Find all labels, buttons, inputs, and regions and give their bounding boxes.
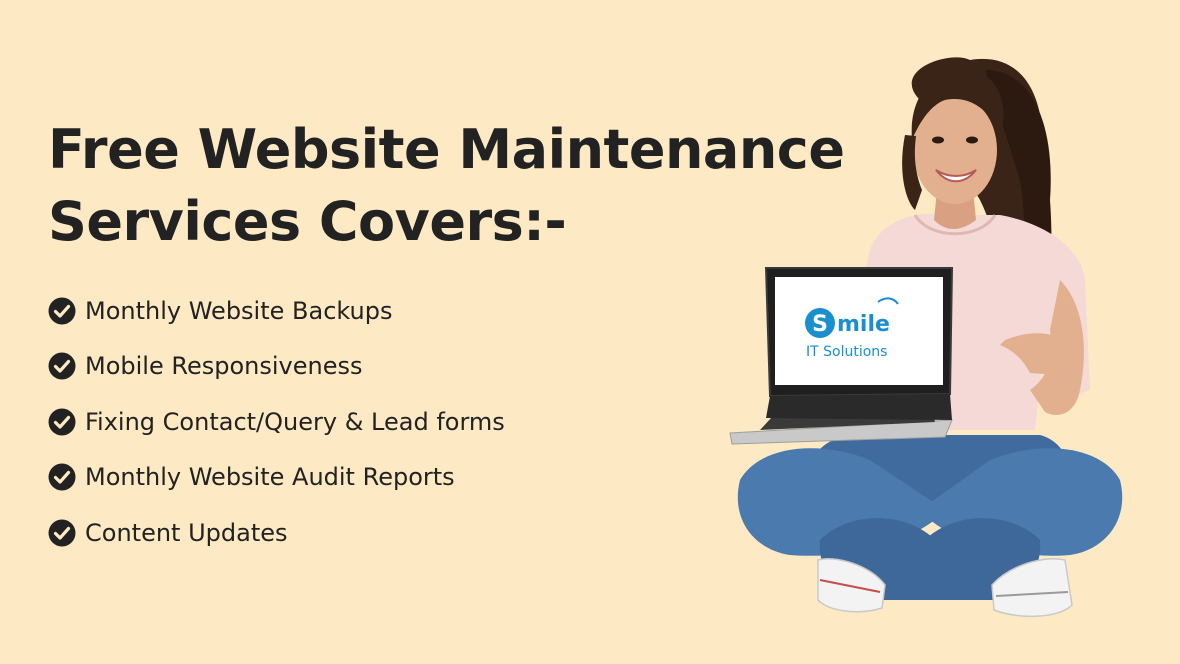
feature-label: Mobile Responsiveness	[85, 352, 363, 381]
list-item: Mobile Responsiveness	[48, 339, 505, 395]
feature-list: Monthly Website Backups Mobile Responsiv…	[48, 283, 505, 561]
person-with-laptop-illustration: S mile IT Solutions	[700, 40, 1160, 664]
list-item: Monthly Website Audit Reports	[48, 450, 505, 506]
feature-label: Monthly Website Backups	[85, 296, 393, 325]
page-title-line-2: Services Covers:-	[48, 190, 567, 253]
logo-initial: S	[812, 312, 828, 337]
logo-word: mile	[837, 312, 890, 337]
feature-label: Monthly Website Audit Reports	[85, 463, 455, 492]
list-item: Monthly Website Backups	[48, 283, 505, 339]
check-circle-icon	[48, 352, 76, 380]
page-title-line-1: Free Website Maintenance	[48, 118, 845, 181]
logo-tagline: IT Solutions	[806, 344, 887, 360]
list-item: Content Updates	[48, 505, 505, 561]
feature-label: Content Updates	[85, 518, 288, 547]
check-circle-icon	[48, 297, 76, 325]
person-illustration: S mile IT Solutions	[729, 57, 1123, 618]
check-circle-icon	[48, 408, 76, 436]
list-item: Fixing Contact/Query & Lead forms	[48, 394, 505, 450]
check-circle-icon	[48, 463, 76, 491]
feature-label: Fixing Contact/Query & Lead forms	[85, 407, 505, 436]
page-title: Free Website Maintenance Services Covers…	[48, 114, 845, 258]
banner: Free Website Maintenance Services Covers…	[0, 0, 1180, 664]
check-circle-icon	[48, 519, 76, 547]
